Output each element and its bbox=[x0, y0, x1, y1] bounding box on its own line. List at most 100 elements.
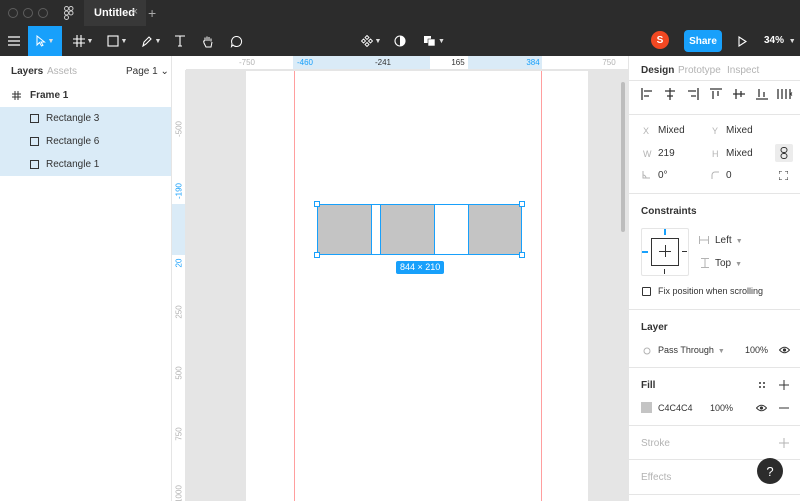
align-vertical-center-icon[interactable] bbox=[733, 88, 745, 100]
main-menu-button[interactable] bbox=[4, 26, 24, 56]
frame-1[interactable] bbox=[246, 71, 588, 501]
toolbar: ▼ ▼ ▼ ▼ ▼ ▼ S Share 34% ▼ bbox=[0, 26, 800, 56]
chevron-down-icon: ▼ bbox=[120, 37, 128, 45]
components-button[interactable]: ▼ bbox=[358, 26, 384, 56]
figma-logo-icon[interactable] bbox=[64, 6, 74, 20]
fill-color-swatch[interactable] bbox=[641, 402, 652, 413]
boolean-ops-button[interactable]: ▼ bbox=[420, 26, 448, 56]
chevron-down-icon: ▼ bbox=[735, 261, 743, 268]
align-top-icon[interactable] bbox=[710, 88, 722, 100]
frame-tool-button[interactable]: ▼ bbox=[68, 26, 98, 56]
canvas-scrollbar[interactable] bbox=[621, 82, 625, 232]
mask-button[interactable] bbox=[390, 26, 410, 56]
x-field[interactable]: Mixed bbox=[658, 125, 685, 136]
horizontal-constraint-value: Left bbox=[715, 235, 732, 246]
zoom-level[interactable]: 34% ▼ bbox=[764, 35, 796, 46]
rectangle-icon bbox=[30, 160, 39, 169]
constrain-proportions-button[interactable] bbox=[775, 144, 793, 162]
fill-opacity-field[interactable]: 100% bbox=[710, 403, 733, 413]
tab-design[interactable]: Design bbox=[641, 65, 674, 76]
document-tab[interactable]: Untitled × bbox=[84, 0, 146, 26]
hand-tool-button[interactable] bbox=[198, 26, 218, 56]
present-button[interactable] bbox=[734, 26, 750, 56]
chevron-down-icon: ▼ bbox=[788, 38, 796, 45]
chevron-down-icon: ▼ bbox=[374, 37, 382, 45]
help-button[interactable]: ? bbox=[757, 458, 783, 484]
rotation-field[interactable]: 0° bbox=[658, 170, 668, 181]
align-right-icon[interactable] bbox=[687, 88, 699, 100]
y-field[interactable]: Mixed bbox=[726, 125, 753, 136]
divider bbox=[629, 425, 800, 426]
align-left-icon[interactable] bbox=[641, 88, 653, 100]
ruler-tick-label: 384 bbox=[526, 58, 540, 67]
fill-section-title: Fill bbox=[641, 380, 656, 391]
layer-frame-1[interactable]: Frame 1 bbox=[0, 84, 171, 107]
share-button[interactable]: Share bbox=[684, 30, 722, 52]
resize-handle-bottom-right[interactable] bbox=[519, 252, 525, 258]
blend-mode-select[interactable]: Pass Through ▼ bbox=[658, 345, 725, 355]
constraint-right-marker[interactable] bbox=[682, 251, 687, 252]
blend-mode-icon bbox=[643, 347, 651, 355]
distribute-spacing-icon[interactable] bbox=[777, 88, 793, 100]
ruler-corner bbox=[172, 56, 186, 70]
chevron-down-icon: ▼ bbox=[86, 37, 94, 45]
pen-tool-button[interactable]: ▼ bbox=[136, 26, 166, 56]
constraint-bottom-marker[interactable] bbox=[664, 269, 665, 274]
align-bottom-icon[interactable] bbox=[756, 88, 768, 100]
layer-label: Frame 1 bbox=[30, 90, 69, 101]
window-minimize-button[interactable] bbox=[23, 8, 33, 18]
constraint-top-marker[interactable] bbox=[664, 229, 666, 235]
horizontal-ruler[interactable]: -750 -460 -241 165 384 750 bbox=[172, 56, 628, 70]
remove-fill-icon[interactable] bbox=[779, 407, 789, 409]
layer-rectangle-6[interactable]: Rectangle 6 bbox=[0, 130, 171, 153]
align-horizontal-center-icon[interactable] bbox=[664, 88, 676, 100]
constraints-widget[interactable] bbox=[641, 228, 689, 276]
independent-corners-icon[interactable] bbox=[779, 171, 788, 180]
add-stroke-icon[interactable] bbox=[779, 438, 789, 448]
layer-rectangle-3[interactable]: Rectangle 3 bbox=[0, 107, 171, 130]
tab-layers[interactable]: Layers bbox=[11, 66, 43, 77]
style-grid-icon[interactable] bbox=[758, 381, 766, 389]
ruler-tick-label: 750 bbox=[174, 427, 184, 441]
tab-assets[interactable]: Assets bbox=[47, 66, 77, 77]
rotation-angle-icon bbox=[642, 171, 650, 179]
tab-inspect[interactable]: Inspect bbox=[727, 65, 759, 76]
layer-rectangle-1[interactable]: Rectangle 1 bbox=[0, 153, 171, 176]
resize-handle-bottom-left[interactable] bbox=[314, 252, 320, 258]
text-tool-button[interactable] bbox=[170, 26, 190, 56]
layer-opacity-field[interactable]: 100% bbox=[745, 345, 768, 355]
chevron-down-icon: ▼ bbox=[154, 37, 162, 45]
add-fill-icon[interactable] bbox=[779, 380, 789, 390]
width-field[interactable]: 219 bbox=[658, 148, 675, 159]
ruler-tick-label: -750 bbox=[238, 58, 256, 67]
constraint-left-marker[interactable] bbox=[642, 251, 648, 253]
close-tab-icon[interactable]: × bbox=[132, 6, 138, 18]
tab-prototype[interactable]: Prototype bbox=[678, 65, 721, 76]
height-field[interactable]: Mixed bbox=[726, 148, 753, 159]
eye-icon[interactable] bbox=[779, 346, 790, 354]
cursor-arrow-icon bbox=[36, 35, 46, 47]
fix-position-checkbox[interactable] bbox=[642, 287, 651, 296]
move-tool-button[interactable]: ▼ bbox=[28, 26, 62, 56]
vertical-ruler[interactable]: -500 -190 20 250 500 750 1000 bbox=[172, 70, 186, 501]
new-tab-button[interactable]: + bbox=[148, 5, 156, 21]
fill-hex-field[interactable]: C4C4C4 bbox=[658, 403, 693, 413]
eye-icon[interactable] bbox=[756, 404, 767, 412]
resize-handle-top-right[interactable] bbox=[519, 201, 525, 207]
window-close-button[interactable] bbox=[8, 8, 18, 18]
vertical-constraint-select[interactable]: Top ▼ bbox=[715, 258, 742, 269]
ruler-selection-highlight bbox=[293, 56, 430, 69]
canvas[interactable]: 844 × 210 bbox=[187, 71, 628, 501]
shape-tool-button[interactable]: ▼ bbox=[102, 26, 132, 56]
corner-radius-field[interactable]: 0 bbox=[726, 170, 732, 181]
w-label: W bbox=[643, 149, 652, 159]
horizontal-constraint-select[interactable]: Left ▼ bbox=[715, 235, 743, 246]
resize-handle-top-left[interactable] bbox=[314, 201, 320, 207]
user-avatar[interactable]: S bbox=[651, 31, 669, 49]
stroke-section-title: Stroke bbox=[641, 438, 670, 449]
comment-tool-button[interactable] bbox=[226, 26, 246, 56]
window-maximize-button[interactable] bbox=[38, 8, 48, 18]
vertical-constraint-icon bbox=[701, 258, 709, 268]
page-selector[interactable]: Page 1 ⌄ bbox=[126, 66, 169, 77]
selection-bounding-box[interactable] bbox=[317, 204, 522, 255]
